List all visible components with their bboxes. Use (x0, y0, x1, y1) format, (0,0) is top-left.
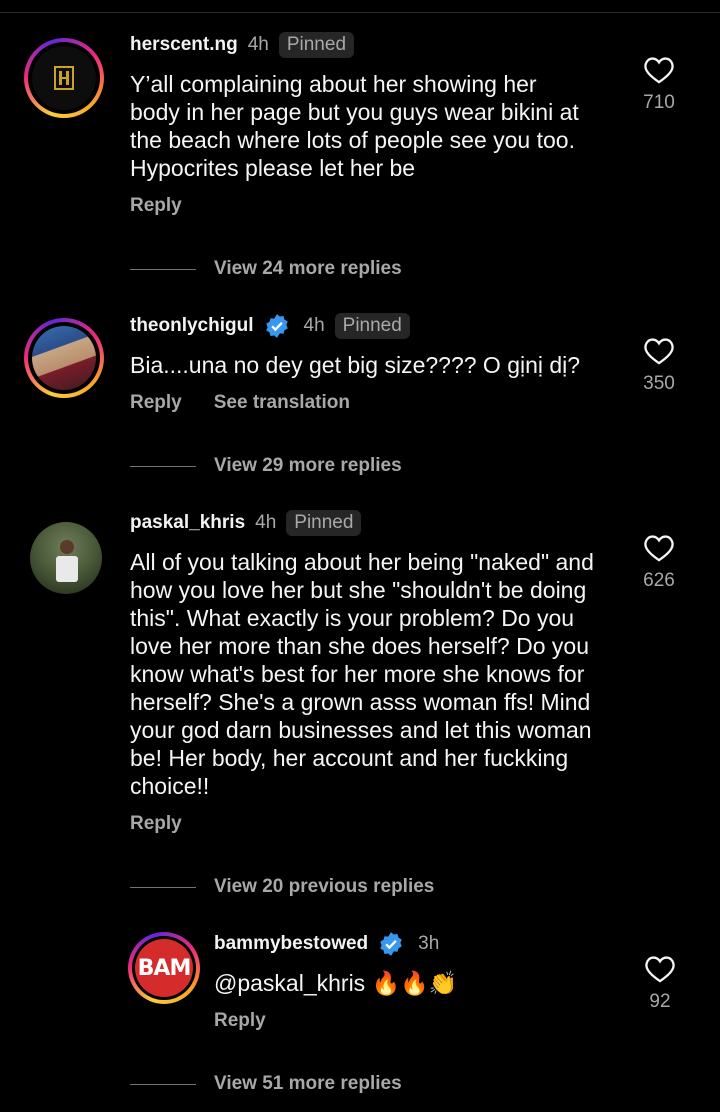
like-count: 626 (643, 570, 675, 591)
like-button[interactable]: 350 (629, 337, 689, 395)
top-divider (0, 12, 720, 13)
reply-button[interactable]: Reply (214, 1010, 266, 1032)
avatar[interactable] (24, 38, 104, 118)
reply-button[interactable]: Reply (130, 813, 182, 835)
reply-button[interactable]: Reply (130, 195, 182, 217)
like-count: 710 (643, 92, 675, 113)
view-replies-button[interactable]: View 24 more replies (130, 258, 402, 280)
pinned-badge: Pinned (334, 313, 410, 339)
verified-badge-icon (265, 314, 288, 338)
see-translation-button[interactable]: See translation (214, 392, 350, 414)
avatar[interactable] (24, 318, 104, 398)
username[interactable]: bammybestowed (214, 933, 368, 955)
username[interactable]: paskal_khris (130, 512, 245, 534)
pinned-badge: Pinned (278, 32, 355, 58)
heart-outline-icon (644, 338, 674, 365)
like-count: 92 (649, 991, 671, 1012)
username[interactable]: herscent.ng (130, 34, 238, 56)
like-count: 350 (643, 373, 675, 394)
view-replies-label: View 51 more replies (214, 1073, 402, 1094)
view-replies-button[interactable]: View 20 previous replies (130, 876, 434, 898)
heart-outline-icon (644, 57, 674, 84)
view-replies-button[interactable]: View 29 more replies (130, 455, 402, 477)
reply-button[interactable]: Reply (130, 392, 182, 414)
comment-text: Y’all complaining about her showing her … (130, 71, 579, 181)
username[interactable]: theonlychigul (130, 315, 254, 337)
timestamp: 4h (303, 315, 325, 336)
timestamp: 4h (255, 512, 277, 533)
timestamp: 4h (247, 34, 269, 55)
avatar[interactable]: BAM (128, 932, 200, 1004)
verified-badge-icon (380, 932, 402, 956)
view-replies-label: View 20 previous replies (214, 876, 435, 897)
avatar[interactable] (26, 518, 106, 598)
like-button[interactable]: 710 (629, 56, 689, 114)
view-replies-label: View 24 more replies (214, 258, 402, 279)
pinned-badge: Pinned (286, 510, 362, 536)
comment-text: @paskal_khris 🔥🔥👏 (214, 970, 458, 996)
heart-outline-icon (644, 535, 674, 562)
view-replies-button[interactable]: View 51 more replies (130, 1073, 402, 1095)
like-button[interactable]: 626 (629, 534, 689, 592)
timestamp: 3h (418, 933, 440, 954)
comment-text: All of you talking about her being "nake… (130, 549, 594, 799)
brand-logo-icon (54, 66, 74, 90)
heart-outline-icon (645, 956, 675, 983)
avatar-text: BAM (135, 939, 193, 997)
view-replies-label: View 29 more replies (214, 455, 402, 476)
comment-text: Bia....una no dey get big size???? O gịn… (130, 352, 581, 378)
like-button[interactable]: 92 (630, 955, 690, 1013)
